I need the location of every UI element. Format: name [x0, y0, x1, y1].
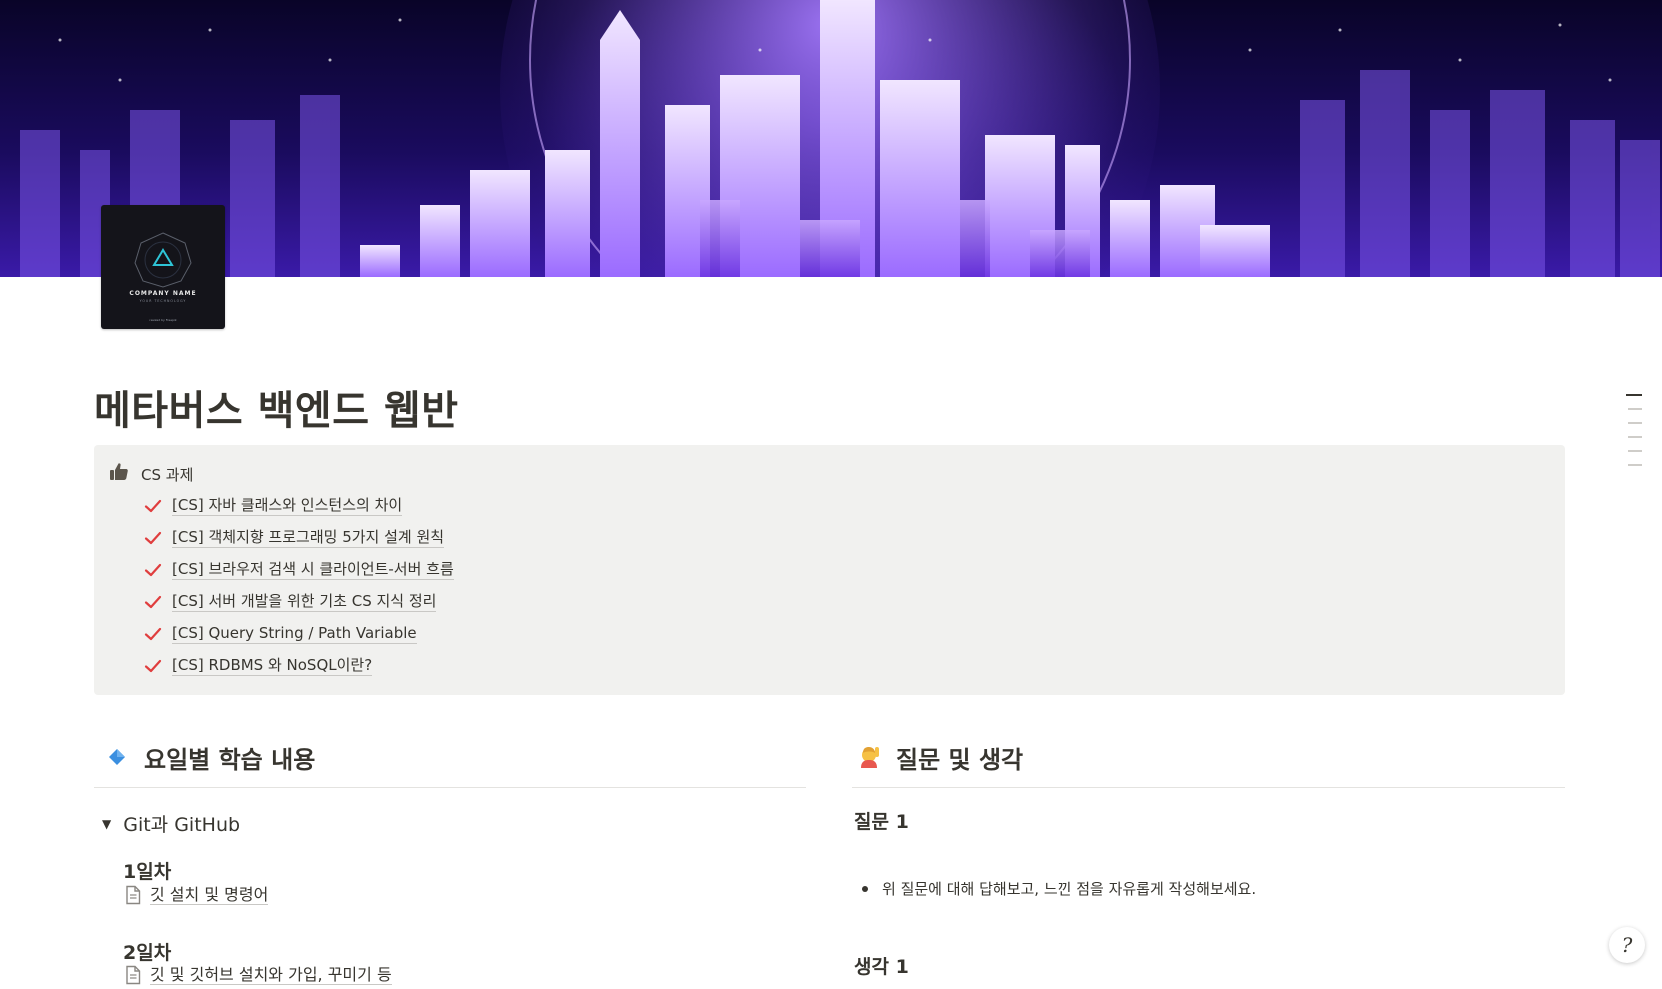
page-title[interactable]: 메타버스 백엔드 웹반	[94, 378, 459, 436]
toc-marker[interactable]	[1628, 450, 1642, 452]
check-icon	[144, 531, 162, 545]
check-icon	[144, 627, 162, 641]
list-item[interactable]: [CS] Query String / Path Variable	[144, 618, 454, 650]
page-link-title: 깃 설치 및 명령어	[150, 885, 269, 905]
page-link-title: 깃 및 깃허브 설치와 가입, 꾸미기 등	[150, 965, 392, 985]
cs-assignment-list: [CS] 자바 클래스와 인스턴스의 차이 [CS] 객체지향 프로그래밍 5가…	[144, 490, 454, 682]
document-icon	[126, 965, 141, 985]
list-item[interactable]: [CS] 서버 개발을 위한 기초 CS 지식 정리	[144, 586, 454, 618]
company-logo-icon: COMPANY NAME YOUR TECHNOLOGY resized by …	[129, 232, 196, 322]
check-icon	[144, 659, 162, 673]
toggle-triangle-icon[interactable]: ▼	[102, 817, 111, 831]
list-item[interactable]: [CS] RDBMS 와 NoSQL이란?	[144, 650, 454, 682]
list-item[interactable]: [CS] 자바 클래스와 인스턴스의 차이	[144, 490, 454, 522]
city-skyline-illustration	[20, 0, 1660, 277]
document-icon	[126, 885, 141, 905]
bullet-text: 위 질문에 대해 답해보고, 느낀 점을 자유롭게 작성해보세요.	[882, 880, 1257, 898]
check-icon	[144, 499, 162, 513]
logo-tagline: YOUR TECHNOLOGY	[140, 299, 187, 303]
check-icon	[144, 595, 162, 609]
callout-cs-assignments: CS 과제 [CS] 자바 클래스와 인스턴스의 차이 [CS] 객체지향 프로…	[94, 445, 1565, 695]
bullet-dot	[862, 885, 868, 892]
assignment-link[interactable]: [CS] RDBMS 와 NoSQL이란?	[172, 656, 373, 676]
question-heading[interactable]: 질문 1	[854, 807, 909, 834]
list-item[interactable]: [CS] 객체지향 프로그래밍 5가지 설계 원칙	[144, 522, 454, 554]
assignment-link[interactable]: [CS] 객체지향 프로그래밍 5가지 설계 원칙	[172, 528, 445, 548]
assignment-link[interactable]: [CS] 브라우저 검색 시 클라이언트-서버 흐름	[172, 560, 454, 580]
weekly-learning-column: 요일별 학습 내용 ▼ Git과 GitHub 1일차 깃 설치 및 명령어 2…	[94, 735, 806, 985]
list-item[interactable]: [CS] 브라우저 검색 시 클라이언트-서버 흐름	[144, 554, 454, 586]
cover-image[interactable]	[0, 0, 1662, 277]
notion-page: COMPANY NAME YOUR TECHNOLOGY resized by …	[0, 0, 1662, 989]
help-icon: ?	[1621, 933, 1633, 957]
callout-title: CS 과제	[141, 466, 194, 484]
toc-marker[interactable]	[1628, 436, 1642, 438]
bulleted-list-item[interactable]: 위 질문에 대해 답해보고, 느낀 점을 자유롭게 작성해보세요.	[862, 878, 1256, 899]
assignment-link[interactable]: [CS] 자바 클래스와 인스턴스의 차이	[172, 496, 403, 516]
section-heading-text: 질문 및 생각	[896, 745, 1024, 774]
section-heading-text: 요일별 학습 내용	[144, 745, 316, 774]
toc-marker[interactable]	[1628, 422, 1642, 424]
page-link[interactable]: 깃 설치 및 명령어	[124, 885, 269, 905]
assignment-link[interactable]: [CS] Query String / Path Variable	[172, 624, 417, 644]
section-heading-questions[interactable]: 질문 및 생각	[852, 735, 1565, 788]
toggle-git-github[interactable]: ▼ Git과 GitHub	[94, 810, 240, 837]
thumbs-up-icon	[110, 463, 128, 480]
thought-heading[interactable]: 생각 1	[854, 952, 909, 979]
help-button[interactable]: ?	[1609, 927, 1645, 963]
questions-column: 질문 및 생각 질문 1 위 질문에 대해 답해보고, 느낀 점을 자유롭게 작…	[852, 735, 1565, 978]
blue-diamond-icon	[109, 749, 125, 765]
toc-marker[interactable]	[1626, 394, 1642, 396]
toc-marker[interactable]	[1628, 464, 1642, 466]
person-raising-hand-icon	[861, 747, 879, 768]
logo-company-name: COMPANY NAME	[129, 290, 196, 297]
section-heading-learning[interactable]: 요일별 학습 내용	[94, 735, 806, 788]
page-link[interactable]: 깃 및 깃허브 설치와 가입, 꾸미기 등	[124, 965, 392, 985]
day-heading[interactable]: 2일차	[123, 938, 171, 965]
logo-credit: resized by Freepik	[149, 318, 176, 322]
check-icon	[144, 563, 162, 577]
day-heading[interactable]: 1일차	[123, 857, 171, 884]
assignment-link[interactable]: [CS] 서버 개발을 위한 기초 CS 지식 정리	[172, 592, 437, 612]
table-of-contents-markers[interactable]	[1626, 394, 1644, 478]
page-icon[interactable]: COMPANY NAME YOUR TECHNOLOGY resized by …	[101, 205, 225, 329]
toc-marker[interactable]	[1628, 408, 1642, 410]
toggle-label: Git과 GitHub	[123, 814, 241, 836]
